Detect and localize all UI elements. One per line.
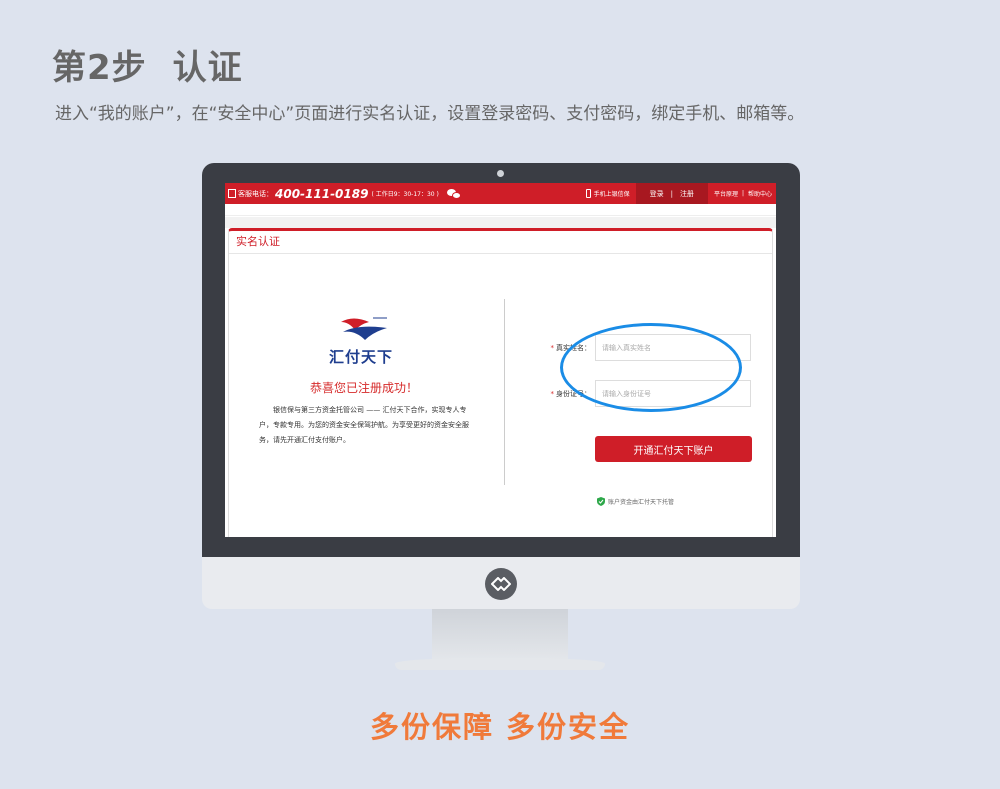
link-separator: | (741, 190, 744, 197)
real-name-row: * 真实姓名： (544, 334, 751, 361)
top-bar: 客服电话： 400-111-0189 ( 工作日9：30-17：30 ) 手机上… (225, 183, 776, 204)
open-account-button[interactable]: 开通汇付天下账户 (595, 436, 752, 462)
registration-success: 恭喜您已注册成功！ (309, 381, 418, 395)
mobile-phone-icon (585, 189, 591, 198)
register-link[interactable]: 注册 (680, 189, 694, 199)
brand-logo-icon (341, 317, 387, 340)
wechat-icon[interactable] (446, 188, 461, 199)
auth-separator: | (670, 189, 673, 198)
login-link[interactable]: 登录 (650, 189, 664, 199)
platform-principle-link[interactable]: 平台原理 (714, 189, 738, 198)
id-number-input[interactable] (595, 380, 751, 407)
real-name-label-text: 真实姓名： (556, 343, 591, 352)
service-hours: ( 工作日9：30-17：30 ) (371, 191, 439, 198)
real-name-label: * 真实姓名： (544, 343, 595, 353)
grey-band (225, 217, 776, 228)
step-number: 第2步 (52, 48, 147, 88)
step-title: 第2步 认证 (52, 40, 243, 89)
monitor-stand (432, 609, 568, 661)
real-name-input[interactable] (595, 334, 751, 361)
custody-note: 账户资金由汇付天下托管 (597, 497, 674, 506)
shield-check-icon (597, 497, 605, 506)
step-name: 认证 (172, 48, 243, 88)
id-number-label-text: 身份证号： (556, 389, 591, 398)
verification-panel: 实名认证 汇付天下 恭喜您已注册成功！ 银信保与第三方资金托管公司 —— 汇付天… (228, 228, 773, 537)
auth-links: 登录 | 注册 (635, 183, 708, 204)
custody-intro: 银信保与第三方资金托管公司 —— 汇付天下合作，实现专人专户，专款专用。为您的资… (259, 406, 469, 444)
id-number-row: * 身份证号： (544, 380, 751, 407)
panel-title: 实名认证 (229, 231, 772, 254)
hotline-number: 400-111-0189 (275, 186, 369, 201)
custody-note-text: 账户资金由汇付天下托管 (608, 499, 675, 506)
step-description: 进入“我的账户”，在“安全中心”页面进行实名认证，设置登录密码、支付密码，绑定手… (55, 104, 805, 124)
slogan: 多份保障 多份安全 (369, 710, 631, 744)
camera-icon (497, 170, 504, 177)
brand-mark-icon (485, 568, 517, 600)
monitor-base (395, 658, 605, 670)
sub-bar (225, 204, 776, 216)
phone-icon (228, 189, 236, 198)
required-mark: * (550, 343, 555, 352)
panel-divider (504, 299, 505, 485)
top-links: 平台原理 | 帮助中心 (708, 189, 776, 198)
hotline-label: 客服电话： (238, 189, 273, 198)
monitor-screen: 客服电话： 400-111-0189 ( 工作日9：30-17：30 ) 手机上… (225, 183, 776, 537)
mobile-app-link[interactable]: 手机上银信保 (580, 189, 636, 198)
brand-name: 汇付天下 (328, 348, 393, 366)
id-number-label: * 身份证号： (544, 389, 595, 399)
help-center-link[interactable]: 帮助中心 (748, 189, 772, 198)
required-mark: * (550, 389, 555, 398)
mobile-app-label: 手机上银信保 (593, 191, 630, 198)
